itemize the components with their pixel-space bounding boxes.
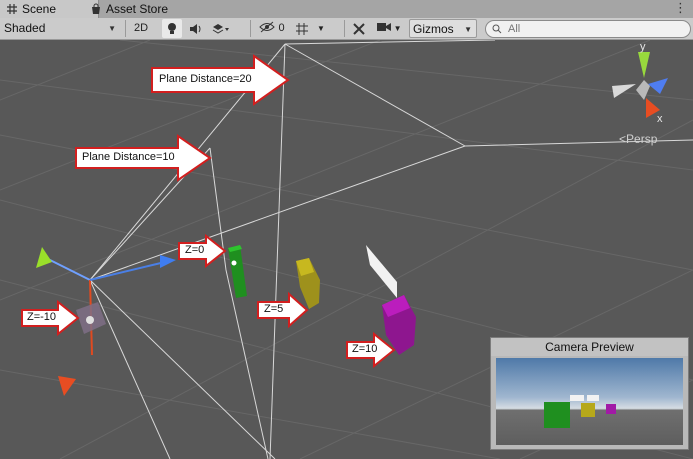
divider <box>344 20 345 37</box>
gizmo-y-label: y <box>640 41 646 53</box>
grid-snap-toggle[interactable] <box>292 19 312 38</box>
plane-distance-10-label: Plane Distance=10 <box>82 151 175 163</box>
tab-bar: Scene Asset Store ⋮ <box>0 0 693 19</box>
plane-distance-20-label: Plane Distance=20 <box>159 73 252 85</box>
tab-asset-store[interactable]: Asset Store <box>84 0 190 18</box>
projection-label: Persp <box>626 132 658 146</box>
hidden-count: 0 <box>278 22 285 34</box>
preview-scene <box>544 395 616 428</box>
tools-button[interactable] <box>348 19 370 38</box>
chevron-down-icon: ▼ <box>393 24 402 33</box>
camera-settings-dropdown[interactable]: ▼ <box>373 19 405 38</box>
gizmo-x-label: x <box>657 113 663 125</box>
x-axis-cone <box>160 255 176 268</box>
grid-snap-icon <box>296 23 308 35</box>
scene-toolbar: Shaded ▼ 2D 0 ▼ ▼ Gizmos ▼ All <box>0 18 693 40</box>
search-input[interactable] <box>508 21 683 37</box>
gizmos-label: Gizmos <box>413 22 454 36</box>
toggle-2d-button[interactable]: 2D <box>129 19 153 38</box>
grid-options-dropdown[interactable]: ▼ <box>314 19 328 38</box>
preview-cube-yellow <box>581 403 595 417</box>
speaker-icon <box>190 24 201 34</box>
z5-label: Z=5 <box>264 303 284 315</box>
chevron-down-icon: ▼ <box>464 25 472 34</box>
eye-slash-icon <box>259 21 276 33</box>
divider <box>125 20 126 37</box>
camera-preview-title: Camera Preview <box>491 338 688 356</box>
gizmos-dropdown[interactable]: Gizmos ▼ <box>409 19 477 38</box>
effects-dropdown-button[interactable] <box>208 19 234 38</box>
z-neg10-label: Z=-10 <box>27 311 57 323</box>
y-axis-cone <box>36 247 52 268</box>
more-options-icon[interactable]: ⋮ <box>674 0 687 18</box>
z0-label: Z=0 <box>185 244 205 256</box>
cube-yellow[interactable] <box>296 258 320 309</box>
preview-billboard <box>587 395 599 401</box>
store-bag-icon <box>92 3 100 14</box>
preview-cube-magenta <box>606 404 616 414</box>
toggle-2d-label: 2D <box>133 22 149 34</box>
tab-scene-label: Scene <box>22 2 57 16</box>
divider <box>250 20 251 37</box>
audio-toggle-button[interactable] <box>186 19 206 38</box>
camera-icon <box>376 23 391 31</box>
text-billboard <box>366 245 397 298</box>
persp-arrow-icon: < <box>619 132 627 146</box>
scene-viewport[interactable]: Plane Distance=20 Plane Distance=10 Z=0 … <box>0 40 693 459</box>
preview-cube-green <box>544 402 570 428</box>
projection-toggle[interactable]: <Persp <box>619 132 657 146</box>
lighting-toggle-button[interactable] <box>162 19 182 38</box>
z10-label: Z=10 <box>352 343 378 355</box>
preview-billboard <box>570 395 584 401</box>
lightbulb-icon <box>168 23 176 34</box>
search-icon <box>492 24 502 34</box>
z-axis-cone <box>58 376 76 396</box>
hierarchy-search[interactable] <box>485 20 691 38</box>
grid-icon <box>7 4 17 14</box>
orientation-gizmo[interactable] <box>612 52 668 118</box>
chevron-down-icon: ▼ <box>317 24 325 33</box>
tab-asset-store-label: Asset Store <box>106 2 169 16</box>
camera-preview-panel: Camera Preview <box>490 337 689 450</box>
shading-mode-value: Shaded <box>4 21 46 35</box>
shading-mode-dropdown[interactable]: Shaded ▼ <box>4 19 120 38</box>
layers-icon <box>212 24 229 34</box>
camera-preview-view <box>496 358 683 445</box>
scene-visibility-toggle[interactable]: 0 <box>254 19 290 38</box>
tools-icon <box>353 23 365 35</box>
chevron-down-icon: ▼ <box>108 24 116 33</box>
